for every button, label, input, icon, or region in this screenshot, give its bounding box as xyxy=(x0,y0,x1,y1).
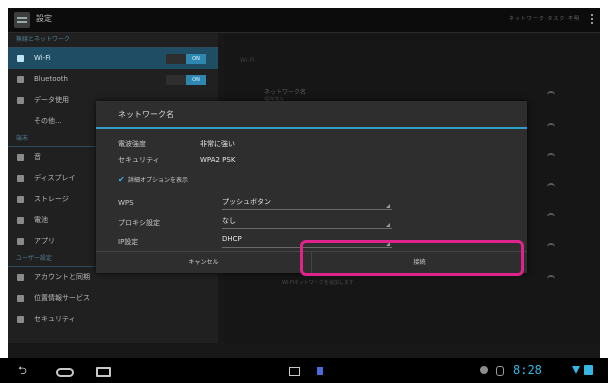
screen: 設定 ネットワーク·タスク·不明 無線とネットワーク Wi-Fi ON Blue… xyxy=(8,8,600,366)
sidebar-item-label: セキュリティ xyxy=(34,315,76,323)
security-value: WPA2 PSK xyxy=(200,156,236,164)
sidebar-item-label: アプリ xyxy=(34,237,55,245)
display-icon xyxy=(17,175,24,182)
battery-icon xyxy=(584,365,593,375)
signal-label: 電波強度 xyxy=(118,140,146,148)
wifi-signal-icon xyxy=(547,153,555,161)
debug-icon xyxy=(480,366,488,374)
ip-label: IP設定 xyxy=(118,238,139,246)
overflow-menu-icon[interactable] xyxy=(590,12,594,26)
ip-value: DHCP xyxy=(222,235,242,243)
toggle-state: ON xyxy=(186,54,206,64)
sidebar-item-wifi[interactable]: Wi-Fi ON xyxy=(8,48,218,69)
highlight-frame xyxy=(300,240,524,276)
wps-row: WPS プッシュボタン xyxy=(118,198,392,210)
alarm-icon xyxy=(496,366,504,376)
wps-value: プッシュボタン xyxy=(222,198,271,206)
sidebar-item-label: Bluetooth xyxy=(34,75,68,83)
sidebar-item-label: アカウントと同期 xyxy=(34,273,90,281)
cancel-button[interactable]: キャンセル xyxy=(96,252,312,274)
proxy-label: プロキシ設定 xyxy=(118,219,160,227)
bluetooth-toggle[interactable]: ON xyxy=(166,75,206,85)
wifi-signal-icon xyxy=(547,213,555,221)
action-bar-actions[interactable]: ネットワーク·タスク·不明 xyxy=(509,15,580,22)
wifi-signal-icon xyxy=(547,275,555,283)
bluetooth-icon xyxy=(17,76,24,83)
lock-icon xyxy=(17,316,24,323)
advanced-options-checkbox[interactable]: ✔ 詳細オプションを表示 xyxy=(118,175,189,185)
sidebar-item-label: Wi-Fi xyxy=(34,54,51,62)
system-bar: ⮌ 8:28 xyxy=(0,358,608,383)
wifi-icon xyxy=(17,55,24,62)
signal-row: 電波強度 非常に強い xyxy=(118,139,235,149)
ip-settings-row: IP設定 DHCP xyxy=(118,235,392,248)
checkbox-label: 詳細オプションを表示 xyxy=(128,177,189,184)
section-header-wireless: 無線とネットワーク xyxy=(8,33,218,48)
back-icon[interactable]: ⮌ xyxy=(18,365,27,376)
home-icon[interactable] xyxy=(56,368,74,377)
sidebar-item-location[interactable]: 位置情報サービス xyxy=(8,288,218,309)
screenshot-notification-icon[interactable] xyxy=(289,367,300,376)
security-row: セキュリティ WPA2 PSK xyxy=(118,155,235,165)
apps-icon xyxy=(17,238,24,245)
app-title: 設定 xyxy=(36,14,52,23)
sidebar-item-label: ストレージ xyxy=(34,195,69,203)
wifi-signal-icon xyxy=(547,183,555,191)
proxy-dropdown[interactable]: なし xyxy=(222,216,392,229)
wifi-signal-icon xyxy=(547,123,555,131)
wifi-signal-icon xyxy=(547,243,555,251)
wifi-toggle[interactable]: ON xyxy=(166,54,206,64)
checkmark-icon: ✔ xyxy=(118,175,125,184)
sidebar-item-label: データ使用 xyxy=(34,96,69,104)
clock[interactable]: 8:28 xyxy=(513,363,542,377)
toggle-state: ON xyxy=(186,75,206,85)
data-usage-icon xyxy=(17,97,24,104)
panel-header: Wi-Fi xyxy=(240,57,255,64)
sidebar-item-label: 電池 xyxy=(34,216,48,224)
wps-label: WPS xyxy=(118,199,134,207)
security-label: セキュリティ xyxy=(118,156,160,164)
sidebar-item-label: ディスプレイ xyxy=(34,174,76,182)
location-icon xyxy=(17,295,24,302)
sidebar-item-label: 音 xyxy=(34,153,41,161)
proxy-row: プロキシ設定 なし xyxy=(118,217,392,229)
battery-settings-icon xyxy=(17,217,24,224)
sidebar-item-bluetooth[interactable]: Bluetooth ON xyxy=(8,69,218,90)
sidebar-item-security[interactable]: セキュリティ xyxy=(8,309,218,330)
sync-icon xyxy=(17,274,24,281)
dialog-title: ネットワーク名 xyxy=(96,101,527,129)
settings-app-icon[interactable] xyxy=(14,12,30,28)
signal-value: 非常に強い xyxy=(200,140,235,148)
action-bar: 設定 ネットワーク·タスク·不明 xyxy=(8,8,600,33)
storage-icon xyxy=(17,196,24,203)
recent-apps-icon[interactable] xyxy=(96,367,111,377)
sidebar-item-label: その他... xyxy=(34,117,62,125)
network-name: ネットワーク名 xyxy=(264,89,307,96)
wps-dropdown[interactable]: プッシュボタン xyxy=(222,197,392,210)
add-network-text[interactable]: Wi-Fiネットワークを追加します xyxy=(282,279,354,286)
tablet-frame: 設定 ネットワーク·タスク·不明 無線とネットワーク Wi-Fi ON Blue… xyxy=(0,0,608,383)
sidebar-item-label: 位置情報サービス xyxy=(34,294,90,302)
wifi-signal-icon xyxy=(547,91,555,99)
usb-notification-icon[interactable] xyxy=(317,367,323,375)
proxy-value: なし xyxy=(222,217,236,225)
sound-icon xyxy=(17,154,24,161)
wifi-status-icon xyxy=(572,366,580,374)
